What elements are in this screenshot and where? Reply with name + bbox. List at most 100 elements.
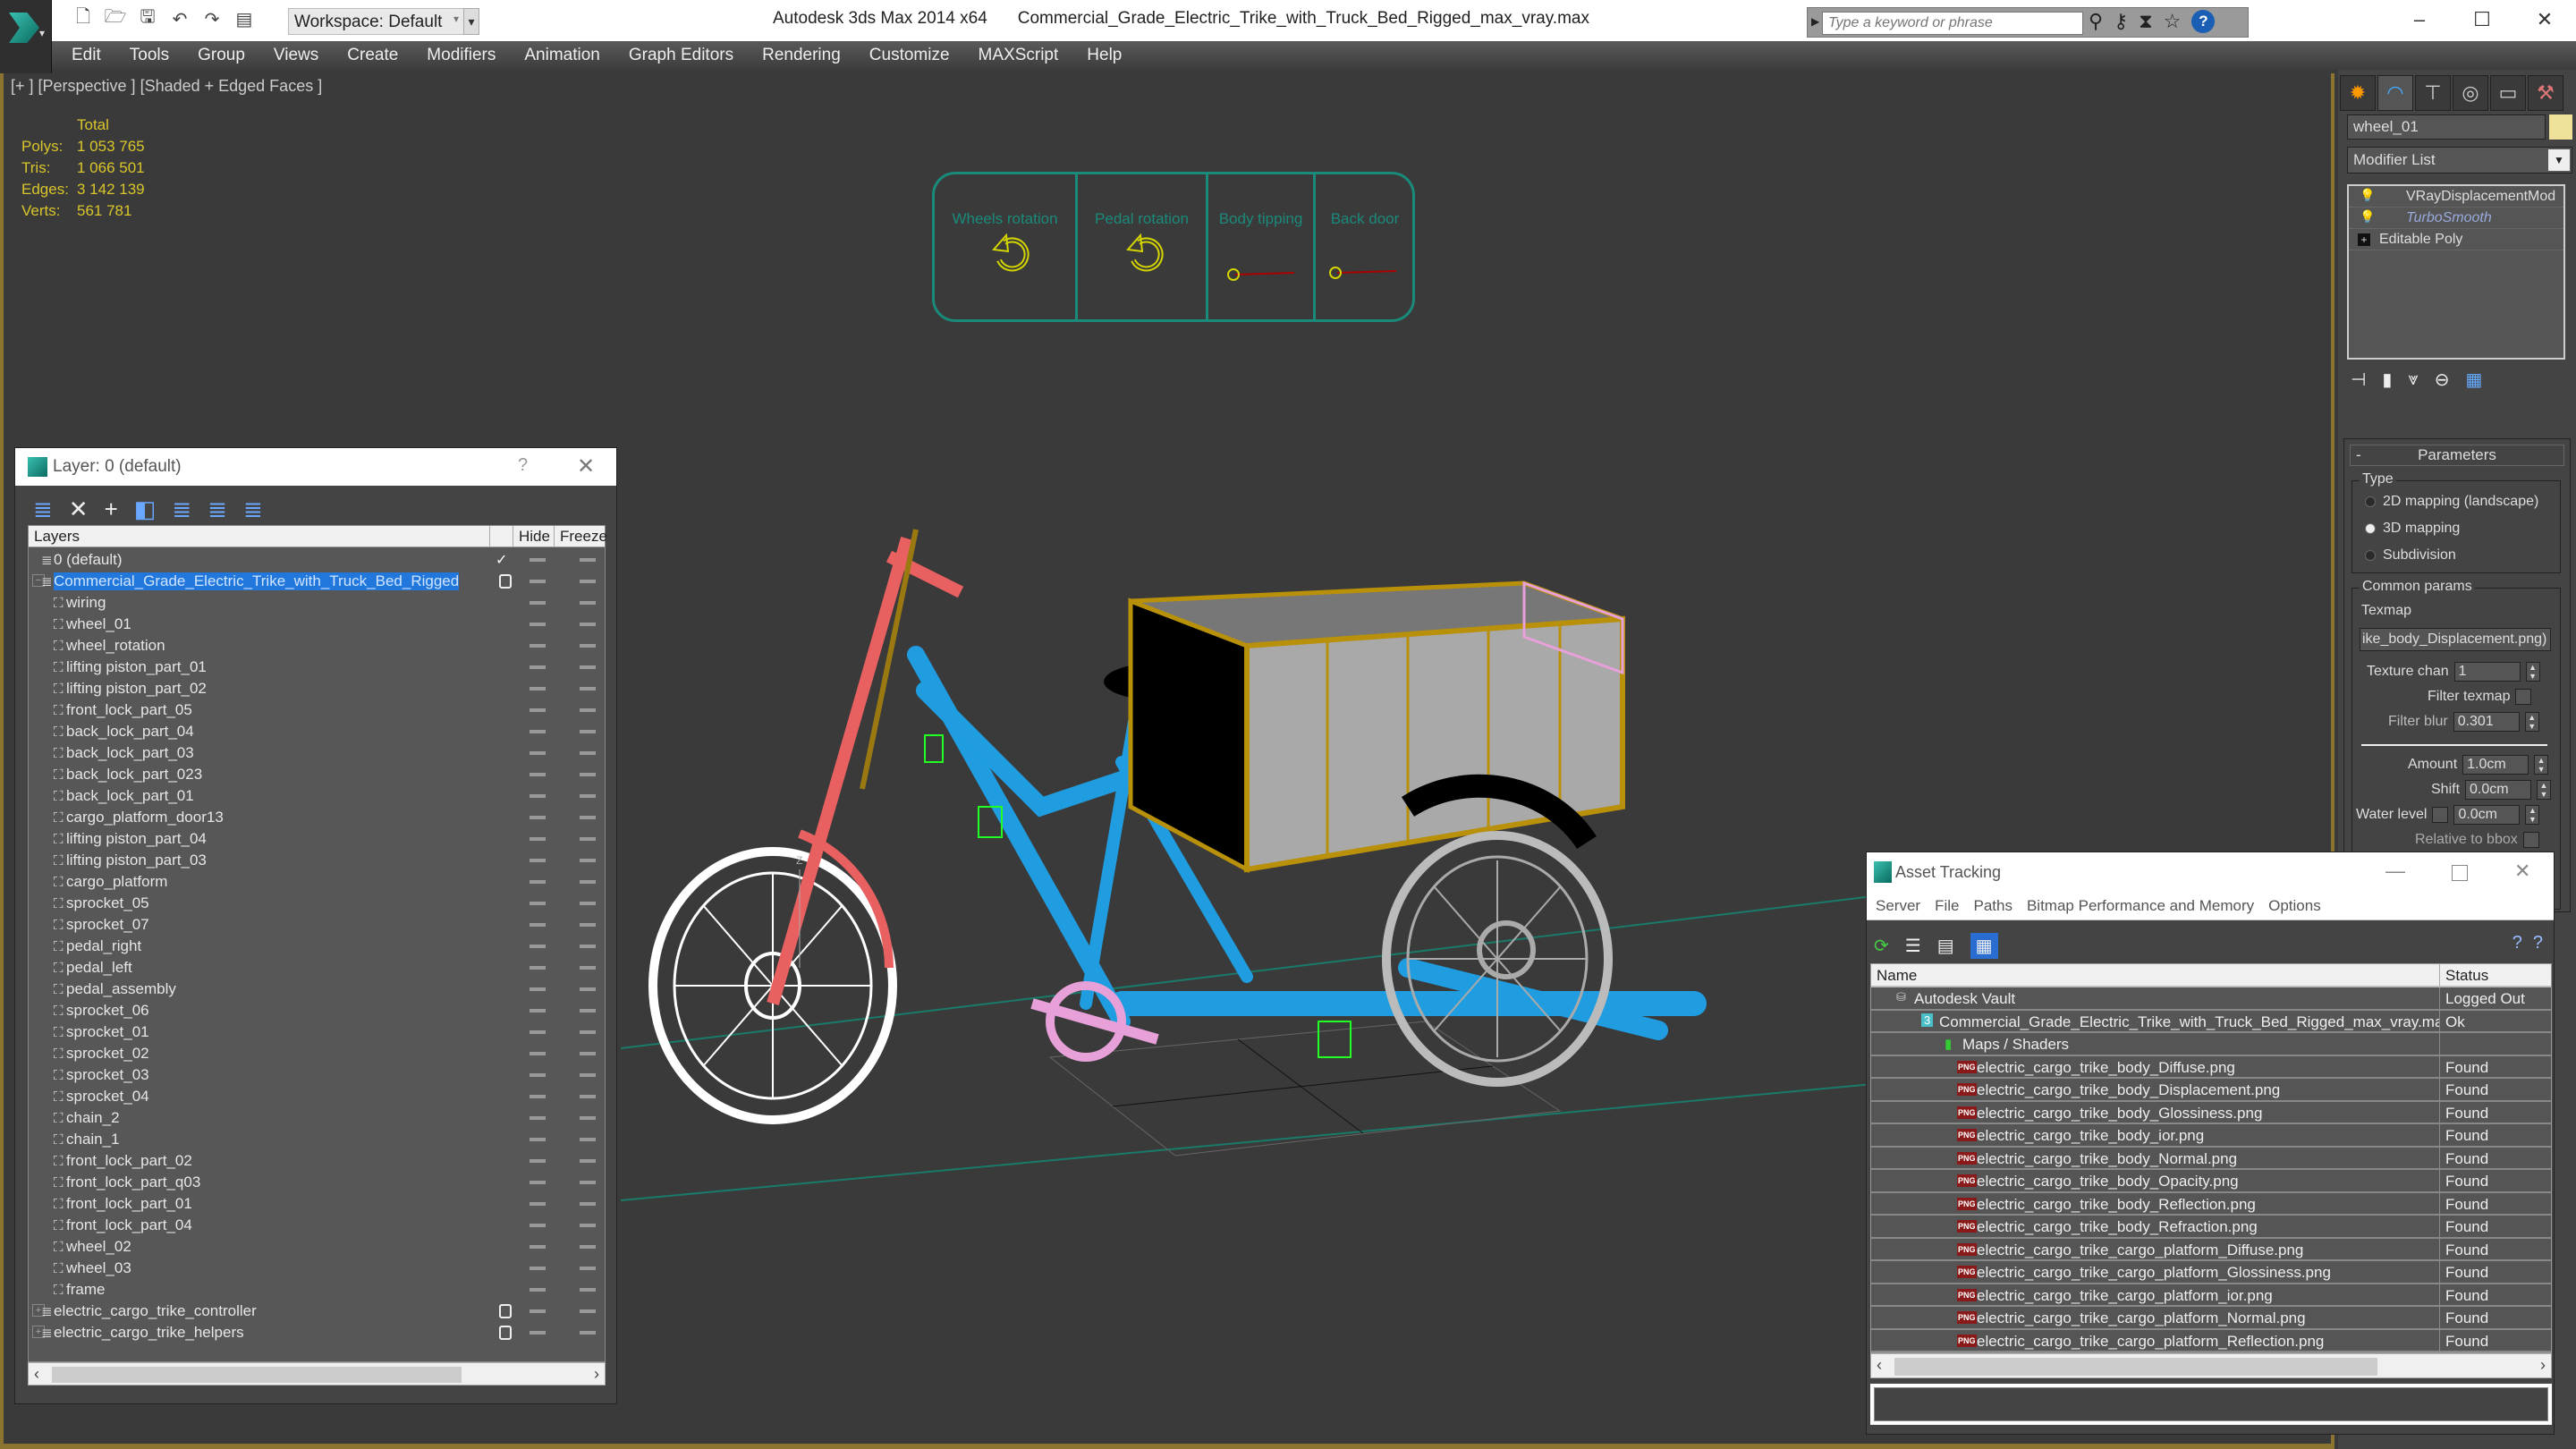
layer-row[interactable]: ⛶ sprocket_01 [29, 1021, 605, 1043]
asset-row[interactable]: PNG electric_cargo_trike_body_Refraction.… [1871, 1216, 2551, 1239]
layer-name[interactable]: front_lock_part_02 [66, 1152, 192, 1170]
layer-name[interactable]: cargo_platform [66, 873, 167, 891]
layer-row[interactable]: ⛶ front_lock_part_01 [29, 1193, 605, 1215]
hide-toggle[interactable] [530, 945, 546, 948]
asset-row[interactable]: PNG electric_cargo_trike_body_Diffuse.png… [1871, 1055, 2551, 1079]
layer-name[interactable]: chain_2 [66, 1109, 120, 1127]
freeze-toggle[interactable] [580, 580, 596, 583]
hierarchy-tab-icon[interactable]: ⊤ [2415, 75, 2451, 111]
freeze-toggle[interactable] [580, 644, 596, 648]
col-layers[interactable]: Layers [29, 526, 491, 547]
hide-toggle[interactable] [530, 1181, 546, 1184]
horizontal-scrollbar[interactable]: ‹ › [1870, 1353, 2552, 1378]
trike-3d-model[interactable]: Z [621, 467, 1873, 1272]
customize-toolbar-button[interactable]: ▾ [463, 8, 479, 35]
filter-texmap-checkbox[interactable] [2515, 689, 2532, 705]
asset-row[interactable]: PNG electric_cargo_trike_body_Opacity.png… [1871, 1170, 2551, 1193]
help-button[interactable]: ? [518, 455, 528, 476]
asset-row[interactable]: PNG electric_cargo_trike_cargo_platform_i… [1871, 1284, 2551, 1307]
menu-tools[interactable]: Tools [130, 46, 169, 65]
asset-row[interactable]: PNG electric_cargo_trike_cargo_platform_G… [1871, 1261, 2551, 1284]
layer-row[interactable]: ⛶ wheel_rotation [29, 635, 605, 657]
set-current-layer-toggle[interactable] [499, 1304, 512, 1318]
list-view-icon[interactable]: ☰ [1905, 935, 1921, 957]
freeze-toggle[interactable] [580, 1159, 596, 1163]
highlight-selected-icon[interactable]: ≣ [172, 496, 191, 523]
dialog-titlebar[interactable]: Asset Tracking — ✕ [1867, 852, 2554, 892]
freeze-toggle[interactable] [580, 1116, 596, 1120]
hide-toggle[interactable] [530, 665, 546, 669]
modifier-list-dropdown[interactable]: Modifier List ▼ [2347, 147, 2572, 174]
close-button[interactable]: ✕ [577, 453, 595, 479]
freeze-toggle[interactable] [580, 623, 596, 626]
layer-row[interactable]: ⛶ sprocket_02 [29, 1043, 605, 1064]
rotate-control-icon[interactable] [1078, 174, 1208, 319]
layer-name[interactable]: sprocket_07 [66, 916, 149, 934]
open-file-icon[interactable]: 🗁 [104, 7, 127, 30]
col-current[interactable] [490, 526, 513, 547]
light-bulb-icon[interactable]: 💡 [2360, 188, 2375, 203]
help-icon[interactable]: ? [2512, 933, 2522, 953]
menu-customize[interactable]: Customize [869, 46, 950, 65]
freeze-toggle[interactable] [580, 794, 596, 798]
menu-rendering[interactable]: Rendering [762, 46, 841, 65]
freeze-toggle[interactable] [580, 558, 596, 562]
hide-toggle[interactable] [530, 623, 546, 626]
hide-toggle[interactable] [530, 1052, 546, 1055]
modify-tab-icon[interactable]: ◠ [2377, 75, 2413, 111]
freeze-all-icon[interactable]: ≣ [243, 496, 263, 523]
hide-toggle[interactable] [530, 601, 546, 605]
freeze-toggle[interactable] [580, 1267, 596, 1270]
motion-tab-icon[interactable]: ◎ [2453, 75, 2488, 111]
slider-control[interactable] [1316, 174, 1414, 319]
hide-toggle[interactable] [530, 1288, 546, 1292]
layer-name[interactable]: electric_cargo_trike_controller [54, 1302, 257, 1320]
hide-toggle[interactable] [530, 558, 546, 562]
spinner[interactable]: ▲ ▼ [2537, 780, 2552, 800]
layer-name[interactable]: back_lock_part_023 [66, 766, 202, 784]
layer-row[interactable]: ⛶ lifting piston_part_04 [29, 828, 605, 850]
hide-toggle[interactable] [530, 902, 546, 905]
menu-animation[interactable]: Animation [524, 46, 600, 65]
freeze-toggle[interactable] [580, 987, 596, 991]
layer-name[interactable]: chain_1 [66, 1131, 120, 1148]
layer-row[interactable]: ⛶ sprocket_04 [29, 1086, 605, 1107]
spinner[interactable]: ▲ ▼ [2534, 755, 2549, 775]
hide-toggle[interactable] [530, 1245, 546, 1249]
layer-row[interactable]: ⛶ back_lock_part_01 [29, 785, 605, 807]
relative-bbox-checkbox[interactable] [2522, 832, 2539, 848]
object-name-field[interactable]: wheel_01 [2347, 114, 2546, 140]
freeze-toggle[interactable] [580, 730, 596, 733]
scrollbar-thumb[interactable] [1894, 1358, 2377, 1376]
stack-item-editable-poly[interactable]: + Editable Poly [2349, 229, 2563, 250]
layer-name[interactable]: back_lock_part_01 [66, 787, 194, 805]
hide-toggle[interactable] [530, 1095, 546, 1098]
layer-row[interactable]: ⛶ front_lock_part_q03 [29, 1172, 605, 1193]
freeze-toggle[interactable] [580, 837, 596, 841]
scroll-left-icon[interactable]: ‹ [1877, 1356, 1882, 1375]
close-button[interactable]: ✕ [2514, 860, 2530, 883]
freeze-toggle[interactable] [580, 1030, 596, 1034]
spinner[interactable]: ▲ ▼ [2525, 805, 2540, 825]
layer-row[interactable]: ⛶ sprocket_05 [29, 893, 605, 914]
layer-name[interactable]: wheel_01 [66, 615, 131, 633]
hide-toggle[interactable] [530, 816, 546, 819]
radio-3d-mapping[interactable]: 3D mapping [2365, 521, 2460, 537]
hide-toggle[interactable] [530, 730, 546, 733]
freeze-toggle[interactable] [580, 945, 596, 948]
freeze-toggle[interactable] [580, 708, 596, 712]
freeze-toggle[interactable] [580, 859, 596, 862]
asset-row[interactable]: PNG electric_cargo_trike_cargo_platform_N… [1871, 1307, 2551, 1330]
hide-toggle[interactable] [530, 1116, 546, 1120]
layer-row[interactable]: ⛶ lifting piston_part_01 [29, 657, 605, 678]
layer-name[interactable]: lifting piston_part_01 [66, 658, 207, 676]
layer-row[interactable]: + ≣ electric_cargo_trike_helpers [29, 1322, 605, 1343]
hide-toggle[interactable] [530, 773, 546, 776]
asset-row[interactable]: ▮ Maps / Shaders [1871, 1033, 2551, 1056]
vault-help-icon[interactable]: ? [2533, 933, 2543, 953]
subscription-icon[interactable]: ⧗ [2139, 10, 2152, 33]
hide-toggle[interactable] [530, 859, 546, 862]
freeze-toggle[interactable] [580, 1309, 596, 1313]
key-icon[interactable]: ⚷ [2114, 10, 2128, 33]
layer-row[interactable]: ⛶ wheel_02 [29, 1236, 605, 1258]
